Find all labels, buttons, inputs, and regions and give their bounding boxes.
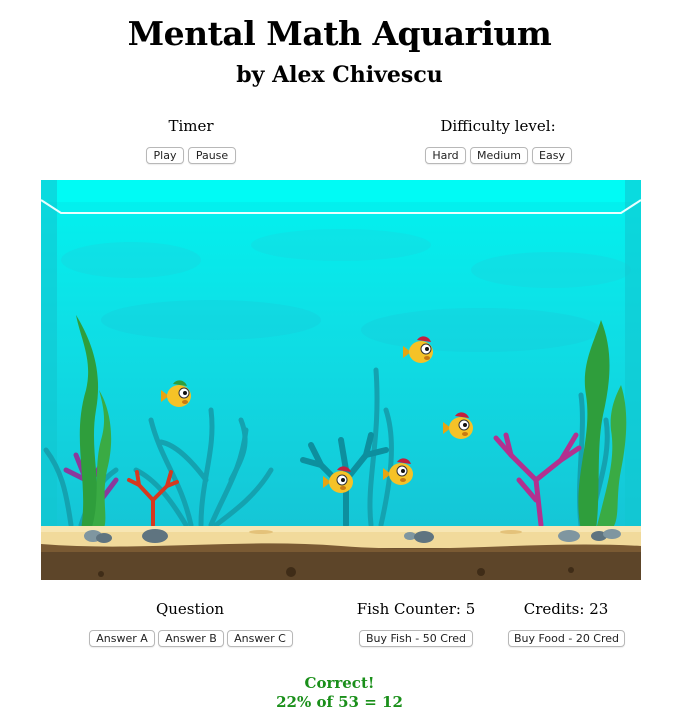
sand-floor — [41, 526, 641, 580]
difficulty-label: Difficulty level: — [440, 117, 556, 135]
easy-button[interactable]: Easy — [532, 147, 572, 164]
page-subtitle: by Alex Chivescu — [236, 62, 443, 88]
answer-a-button[interactable]: Answer A — [89, 630, 155, 647]
buy-fish-button[interactable]: Buy Fish - 50 Cred — [359, 630, 473, 647]
credits-counter: Credits: 23 — [523, 600, 609, 618]
buy-food-button[interactable]: Buy Food - 20 Cred — [508, 630, 625, 647]
pause-button[interactable]: Pause — [188, 147, 236, 164]
feedback-status: Correct! — [304, 674, 375, 692]
page-title: Mental Math Aquarium — [127, 14, 552, 53]
feedback-equation: 22% of 53 = 12 — [276, 693, 403, 711]
answer-c-button[interactable]: Answer C — [227, 630, 293, 647]
hard-button[interactable]: Hard — [425, 147, 466, 164]
aquarium-tank — [41, 180, 641, 580]
timer-label: Timer — [168, 117, 214, 135]
question-label: Question — [155, 600, 225, 618]
fish-counter: Fish Counter: 5 — [356, 600, 476, 618]
medium-button[interactable]: Medium — [470, 147, 528, 164]
answer-b-button[interactable]: Answer B — [158, 630, 224, 647]
water-background — [41, 180, 641, 580]
play-button[interactable]: Play — [146, 147, 184, 164]
